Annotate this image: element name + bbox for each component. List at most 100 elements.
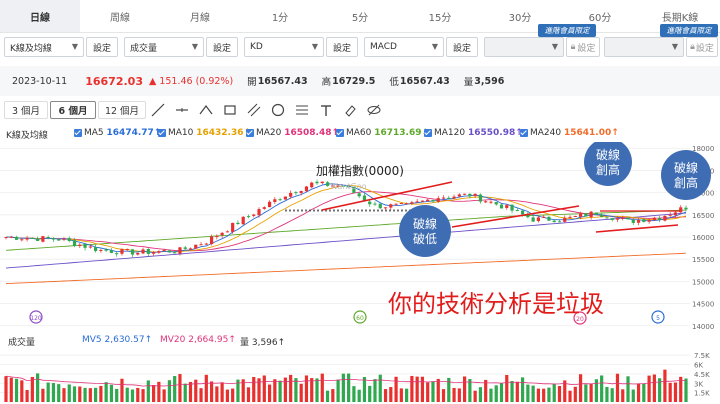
ma120-value: 16550.98↑: [467, 128, 523, 138]
volume-bar: [320, 373, 324, 402]
price-tick-label: 15500: [692, 256, 714, 264]
watermark-text: WantGoo: [330, 182, 367, 191]
candle-body: [51, 238, 56, 240]
ma60-legend[interactable]: MA60 16713.69↓: [336, 128, 429, 138]
candle-body: [173, 252, 177, 254]
candle-body: [410, 202, 414, 204]
candle-body: [220, 232, 224, 236]
tab-5min[interactable]: 5分: [320, 0, 400, 32]
tab-1min[interactable]: 1分: [240, 0, 320, 32]
locked-settings-button-2[interactable]: 🔒︎ 設定: [686, 37, 718, 57]
volume-bar: [415, 376, 419, 402]
parallel-line-tool-icon[interactable]: [244, 101, 264, 119]
trendline-tool-icon[interactable]: [148, 101, 168, 119]
candle-body: [204, 243, 208, 245]
kd-indicator-select[interactable]: KD ▼: [244, 37, 324, 57]
angle-glyph: [199, 105, 213, 115]
volume-bar: [626, 376, 630, 402]
angle-tool-icon[interactable]: [196, 101, 216, 119]
ma120-legend[interactable]: MA120 16550.98↑: [424, 128, 523, 138]
candle-body: [104, 249, 108, 251]
volume-indicator-select[interactable]: 成交量 ▼: [124, 37, 204, 57]
tab-monthly[interactable]: 月線: [160, 0, 240, 32]
candle-body: [315, 181, 319, 184]
fibonacci-tool-icon[interactable]: [292, 101, 312, 119]
volume-bar: [4, 376, 8, 402]
hide-drawings-icon[interactable]: [364, 101, 384, 119]
marker-5[interactable]: 5: [651, 310, 665, 324]
volume-bar: [526, 384, 530, 402]
main-indicator-select[interactable]: K線及均線 ▼: [4, 37, 84, 57]
candle-body: [62, 238, 66, 240]
ma5-legend[interactable]: MA5 16474.77↑: [74, 128, 161, 138]
locked-settings-button-1[interactable]: 🔒︎ 設定: [566, 37, 600, 57]
chevron-down-icon: ▼: [431, 42, 438, 51]
macd-indicator-settings-button[interactable]: 設定: [446, 37, 478, 57]
ma10-value: 16432.36↑: [196, 128, 252, 138]
volume-bar: [499, 383, 504, 402]
candle-body: [515, 210, 519, 212]
volume-tick-label: 1.5K: [694, 390, 710, 398]
tab-15min[interactable]: 15分: [400, 0, 480, 32]
candle-body: [283, 196, 287, 200]
text-tool-icon[interactable]: [316, 101, 336, 119]
kd-indicator-settings-button[interactable]: 設定: [326, 37, 358, 57]
checkbox-icon: [158, 129, 166, 137]
main-indicator-settings-button[interactable]: 設定: [86, 37, 118, 57]
macd-indicator-select[interactable]: MACD ▼: [364, 37, 444, 57]
text-glyph: [321, 105, 331, 116]
volume-bar: [109, 384, 114, 402]
annotation-text: 破線: [596, 147, 620, 162]
marker-60[interactable]: 60: [353, 310, 367, 324]
locked-indicator-select-1[interactable]: ▼: [484, 37, 564, 57]
candle-body: [194, 244, 198, 249]
rectangle-tool-icon[interactable]: [220, 101, 240, 119]
volume-bar: [636, 383, 641, 402]
checkbox-icon: [424, 129, 432, 137]
volume-bar: [14, 378, 19, 402]
red-trendline: [451, 205, 580, 228]
ma10-legend[interactable]: MA10 16432.36↑: [158, 128, 251, 138]
volume-axis: 7.5K 6K4.5K3K 1.5K: [694, 352, 710, 398]
candle-body: [394, 203, 398, 205]
candle-body: [99, 249, 103, 251]
chevron-down-icon: ▼: [671, 42, 678, 51]
ma240-value: 15641.00↑: [563, 128, 619, 138]
candle-body: [72, 240, 77, 247]
period-3m-button[interactable]: 3 個月: [4, 101, 48, 119]
marker-120[interactable]: 120: [29, 310, 43, 324]
candle-body: [563, 217, 567, 222]
candle-body: [146, 249, 150, 254]
period-6m-button[interactable]: 6 個月: [50, 101, 96, 119]
volume-bar: [146, 380, 150, 402]
volume-bar: [573, 386, 577, 402]
volume-bar: [162, 389, 166, 402]
volume-bar: [578, 374, 583, 402]
macd-indicator-value: MACD: [370, 42, 397, 52]
candle-body: [357, 193, 361, 197]
horizontal-line-tool-icon[interactable]: [172, 101, 192, 119]
price-chart[interactable]: 加權指數(0000) WantGoo 180001750017000165001…: [0, 142, 720, 332]
ma20-value: 16508.48↑: [284, 128, 340, 138]
period-12m-button[interactable]: 12 個月: [98, 101, 146, 119]
candle-body: [631, 219, 635, 223]
candle-body: [257, 209, 261, 216]
volume-chart[interactable]: 7.5K 6K4.5K3K 1.5K: [0, 348, 720, 404]
volume-indicator-settings-button[interactable]: 設定: [206, 37, 238, 57]
ma240-legend[interactable]: MA240 15641.00↑: [520, 128, 619, 138]
price-tick-label: 14000: [692, 323, 714, 331]
candle-body: [578, 213, 583, 217]
locked-indicator-select-2[interactable]: ▼: [604, 37, 684, 57]
candle-body: [9, 236, 13, 238]
candle-body: [594, 212, 598, 215]
tab-daily[interactable]: 日線: [0, 0, 80, 32]
candle-body: [405, 203, 409, 205]
volume-bar: [357, 389, 361, 402]
ma20-legend[interactable]: MA20 16508.48↑: [246, 128, 339, 138]
candle-body: [531, 217, 535, 222]
eraser-tool-icon[interactable]: [340, 101, 360, 119]
tab-weekly[interactable]: 周線: [80, 0, 160, 32]
circle-tool-icon[interactable]: [268, 101, 288, 119]
indicator-selector-row: K線及均線 ▼ 設定 成交量 ▼ 設定 KD ▼ 設定 MACD ▼ 設定 ▼ …: [0, 34, 720, 60]
volume-bar: [420, 376, 425, 402]
